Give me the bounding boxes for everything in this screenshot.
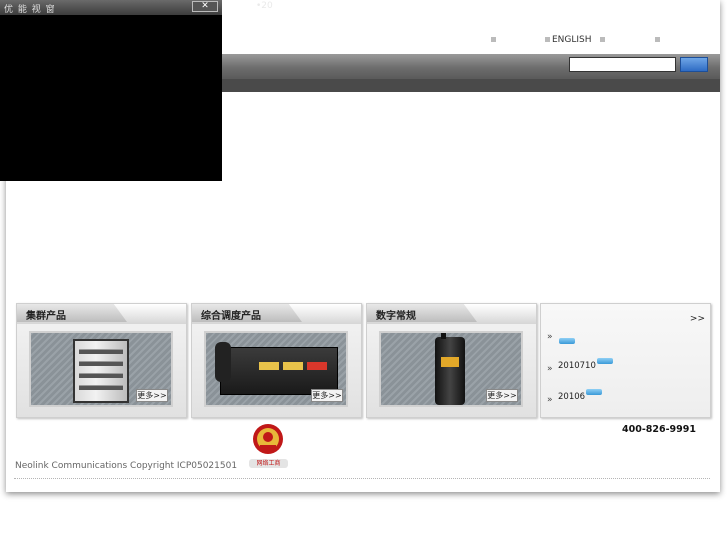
radio-device-image bbox=[435, 333, 465, 405]
bullet-icon bbox=[600, 37, 605, 42]
new-badge-icon bbox=[596, 358, 613, 364]
news-item[interactable] bbox=[558, 338, 706, 352]
console-device-image bbox=[215, 342, 338, 395]
new-badge-icon bbox=[586, 389, 603, 395]
more-button[interactable]: 更多>> bbox=[486, 389, 518, 402]
bullet-icon bbox=[491, 37, 496, 42]
hotline-text: 400-826-9991 bbox=[622, 424, 696, 435]
panel-title: 集群产品 bbox=[26, 311, 66, 322]
sub-nav-item-2[interactable]: •20 bbox=[256, 1, 273, 11]
search-input[interactable] bbox=[569, 57, 676, 72]
news-more-link[interactable]: >> bbox=[690, 314, 705, 324]
more-button[interactable]: 更多>> bbox=[136, 389, 168, 402]
chevron-right-icon: » bbox=[547, 332, 553, 342]
panel-title: 数字常规 bbox=[376, 311, 416, 322]
popup-close-button[interactable]: ✕ bbox=[192, 1, 218, 12]
product-panel-dispatch: 综合调度产品 更多>> bbox=[191, 303, 362, 418]
page: ENGLISH •20 优 能 视 窗 ✕ 集群产品 更多>> 综合调度产品 更… bbox=[0, 0, 727, 545]
news-panel: >> » » 2010710 » 20106 bbox=[540, 303, 711, 418]
badge-label: 网络工商 bbox=[249, 459, 288, 468]
product-image-dispatch[interactable]: 更多>> bbox=[204, 331, 348, 407]
bullet-icon bbox=[545, 37, 550, 42]
top-link-english[interactable]: ENGLISH bbox=[545, 35, 592, 45]
copyright-text: Neolink Communications Copyright ICP0502… bbox=[15, 461, 238, 471]
news-item[interactable]: 2010710 bbox=[558, 358, 706, 372]
product-panel-cluster: 集群产品 更多>> bbox=[16, 303, 187, 418]
search-button[interactable] bbox=[680, 57, 708, 72]
footer-divider bbox=[14, 478, 710, 479]
product-image-cluster[interactable]: 更多>> bbox=[29, 331, 173, 407]
popup-title: 优 能 视 窗 bbox=[4, 5, 56, 15]
rack-device-image bbox=[73, 339, 129, 403]
video-popup-window: 优 能 视 窗 ✕ bbox=[0, 0, 222, 181]
chevron-right-icon: » bbox=[547, 395, 553, 405]
bullet-icon bbox=[655, 37, 660, 42]
top-link-1[interactable] bbox=[491, 35, 498, 45]
product-panel-digital: 数字常规 更多>> bbox=[366, 303, 537, 418]
more-button[interactable]: 更多>> bbox=[311, 389, 343, 402]
top-link-3[interactable] bbox=[600, 35, 607, 45]
chevron-right-icon: » bbox=[547, 364, 553, 374]
product-image-digital[interactable]: 更多>> bbox=[379, 331, 523, 407]
popup-title-bar[interactable]: 优 能 视 窗 ✕ bbox=[0, 0, 222, 15]
new-badge-icon bbox=[559, 338, 575, 344]
panel-title: 综合调度产品 bbox=[201, 311, 261, 322]
news-item[interactable]: 20106 bbox=[558, 389, 706, 403]
top-link-4[interactable] bbox=[655, 35, 662, 45]
